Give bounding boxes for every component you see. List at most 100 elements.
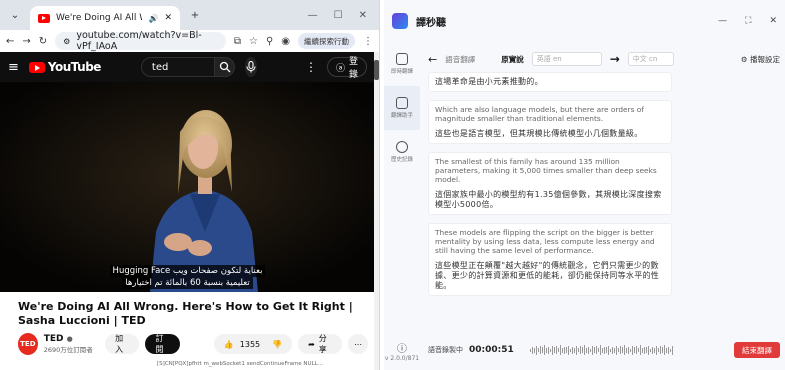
voice-search-button[interactable] (245, 57, 257, 77)
hamburger-menu-icon[interactable]: ≡ (8, 60, 19, 75)
back-arrow-icon[interactable]: ← (428, 53, 437, 66)
waveform-bar (543, 345, 545, 355)
profile-icon[interactable]: ◉ (281, 36, 290, 47)
youtube-search-input[interactable]: ted (140, 57, 216, 77)
sidebar-item-history[interactable]: 歷史記錄 (384, 130, 420, 174)
source-language-select[interactable]: 英語 en (531, 52, 602, 66)
target-language-select[interactable]: 中文 cn (627, 52, 674, 66)
tab-strip: ⌄ We're Doing AI All Wrong 🔊 ✕ + — ☐ ✕ (0, 0, 379, 30)
browser-menu-icon[interactable]: ⋮ (363, 36, 373, 47)
like-count[interactable]: 1355 (240, 340, 260, 349)
waveform-bar (645, 347, 647, 353)
waveform-bar (609, 348, 611, 352)
waveform-bar (663, 345, 665, 355)
source-text: Which are also language models, but ther… (435, 105, 644, 123)
tab-search-icon[interactable]: ⌄ (6, 6, 24, 24)
transcript-entry: These models are flipping the script on … (428, 223, 672, 296)
channel-name[interactable]: TED ● (44, 334, 99, 344)
caption-line-1: Hugging Face بعناية لتكون صفحات ويب (60, 265, 315, 277)
more-actions-button[interactable]: ⋯ (347, 334, 368, 354)
share-button[interactable]: ➦ 分享 (298, 334, 342, 354)
channel-row: TED TED ● 2690万位訂閱者 加入 訂閱 👍 1355 👎 ➦ 分享 … (18, 333, 368, 355)
waveform-bar (535, 345, 537, 355)
waveform-bar (559, 345, 561, 355)
minimize-icon[interactable]: — (308, 10, 318, 21)
join-button[interactable]: 加入 (105, 334, 140, 354)
app-title-bar: 譯秒聽 — ⛶ ✕ (384, 0, 785, 42)
broadcast-settings-button[interactable]: ⚙ 播報設定 (741, 54, 780, 65)
extensions-icon[interactable]: ⚲ (266, 36, 273, 47)
waveform-bar (653, 347, 655, 353)
sidebar-item-assistant[interactable]: 翻譯助手 (384, 86, 420, 130)
share-icon: ➦ (308, 339, 315, 349)
sidebar-item-live-translate[interactable]: 即時翻譯 (384, 42, 420, 86)
app-restore-icon[interactable]: ⛶ (745, 16, 751, 26)
like-icon[interactable]: 👍 (224, 340, 234, 349)
waveform-bar (583, 345, 585, 355)
audio-waveform (520, 344, 728, 356)
app-title: 譯秒聽 (416, 17, 446, 29)
back-icon[interactable]: ← (6, 36, 14, 47)
app-sidebar: 即時翻譯 翻譯助手 歷史記錄 ⓘ v 2.0.0/871 (384, 42, 420, 370)
waveform-bar (555, 346, 557, 354)
youtube-settings-icon[interactable]: ⋮ (305, 60, 317, 74)
waveform-bar (649, 348, 651, 352)
bookmark-star-icon[interactable]: ☆ (249, 36, 258, 47)
account-icon: ⓐ (335, 63, 345, 74)
channel-avatar[interactable]: TED (18, 333, 38, 355)
waveform-bar (659, 346, 661, 354)
dislike-icon[interactable]: 👎 (272, 340, 282, 349)
url-text: youtube.com/watch?v=Bl-vPf_IAoA (76, 30, 202, 52)
page-scrollbar[interactable] (374, 52, 379, 370)
waveform-bar (529, 348, 531, 352)
address-bar[interactable]: ⚙ youtube.com/watch?v=Bl-vPf_IAoA (55, 30, 226, 52)
transcript-list[interactable]: 這場革命是由小元素推動的。 Which are also language mo… (428, 72, 780, 336)
tab-youtube[interactable]: We're Doing AI All Wrong 🔊 ✕ (30, 6, 180, 30)
info-icon[interactable]: ⓘ (384, 340, 420, 355)
app-version: ⓘ v 2.0.0/871 (384, 340, 420, 362)
waveform-bar (633, 347, 635, 353)
forward-icon[interactable]: → (22, 36, 30, 47)
video-player[interactable]: Hugging Face بعناية لتكون صفحات ويب تعلي… (0, 82, 375, 292)
address-bar-row: ← → ↻ ⚙ youtube.com/watch?v=Bl-vPf_IAoA … (0, 30, 379, 52)
scrollbar-thumb[interactable] (374, 60, 379, 80)
app-minimize-icon[interactable]: — (718, 16, 727, 26)
maximize-icon[interactable]: ☐ (334, 10, 343, 21)
audio-icon[interactable]: 🔊 (148, 14, 158, 23)
waveform-bar (587, 346, 589, 354)
waveform-bar (573, 347, 575, 353)
waveform-bar (561, 347, 563, 353)
tab-close-icon[interactable]: ✕ (164, 13, 172, 23)
share-label: 分享 (318, 334, 327, 354)
sign-in-label: 登錄 (348, 57, 358, 80)
reload-icon[interactable]: ↻ (39, 36, 47, 47)
video-title: We're Doing AI All Wrong. Here's How to … (18, 300, 353, 327)
waveform-bar (619, 346, 621, 354)
tab-title: We're Doing AI All Wrong (56, 13, 142, 23)
waveform-bar (605, 347, 607, 353)
waveform-bar (539, 346, 541, 354)
youtube-favicon-icon (38, 13, 50, 23)
waveform-bar (631, 345, 633, 355)
youtube-play-icon (28, 61, 45, 73)
recording-label: 語音錄製中 (428, 346, 463, 354)
new-tab-icon[interactable]: + (186, 6, 204, 24)
youtube-logo[interactable]: YouTube (28, 60, 101, 74)
transcript-entry: 這場革命是由小元素推動的。 (428, 72, 672, 92)
app-close-icon[interactable]: ✕ (769, 16, 777, 26)
stop-translation-button[interactable]: 結束翻譯 (734, 342, 780, 358)
close-window-icon[interactable]: ✕ (359, 10, 367, 21)
search-button[interactable] (215, 57, 236, 77)
sign-in-button[interactable]: ⓐ 登錄 (326, 57, 367, 80)
waveform-bar (635, 346, 637, 354)
subscribe-button[interactable]: 訂閱 (145, 334, 180, 354)
cast-icon[interactable]: ⧉ (234, 36, 241, 47)
waveform-bar (531, 346, 533, 354)
resume-button[interactable]: 繼續探索行動 (298, 33, 355, 49)
waveform-bar (625, 347, 627, 353)
site-info-icon[interactable]: ⚙ (63, 37, 70, 46)
waveform-bar (585, 347, 587, 353)
waveform-bar (563, 346, 565, 354)
waveform-bar (601, 347, 603, 353)
waveform-bar (665, 347, 667, 353)
